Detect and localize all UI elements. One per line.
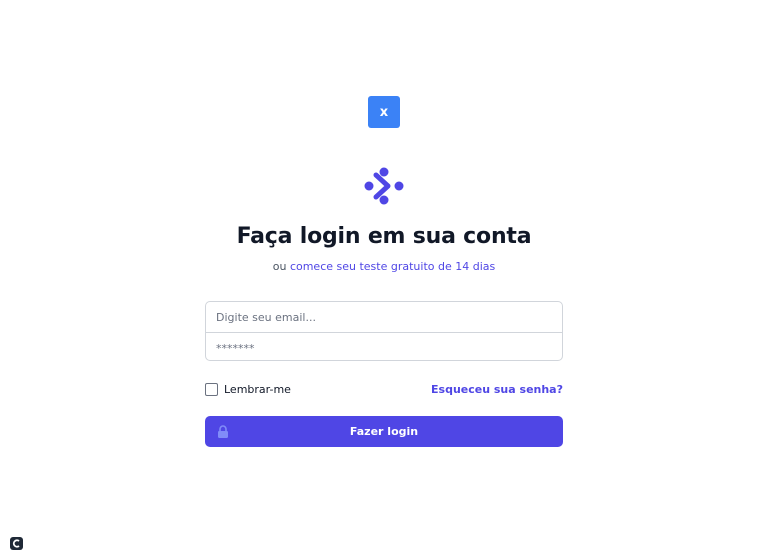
login-fields xyxy=(205,301,563,361)
subtitle-prefix: ou xyxy=(272,260,287,273)
login-button[interactable]: Fazer login xyxy=(205,416,563,447)
c-logo-icon xyxy=(12,539,20,548)
remember-me-label: Lembrar-me xyxy=(224,382,291,396)
login-button-label: Fazer login xyxy=(349,425,419,438)
page-title: Faça login em sua conta xyxy=(236,224,532,249)
forgot-password-link[interactable]: Esqueceu sua senha? xyxy=(431,381,563,397)
remember-me-checkbox[interactable] xyxy=(205,382,218,396)
lock-icon xyxy=(218,425,228,438)
close-button[interactable]: x xyxy=(368,96,400,128)
app-corner-icon[interactable] xyxy=(10,537,23,550)
password-input[interactable] xyxy=(206,333,562,360)
free-trial-link[interactable]: comece seu teste gratuito de 14 dias xyxy=(290,260,495,273)
remember-me[interactable]: Lembrar-me xyxy=(205,381,291,397)
subtitle: ou comece seu teste gratuito de 14 dias xyxy=(0,260,768,273)
email-input[interactable] xyxy=(206,302,562,332)
brand-logo-icon xyxy=(364,167,404,205)
